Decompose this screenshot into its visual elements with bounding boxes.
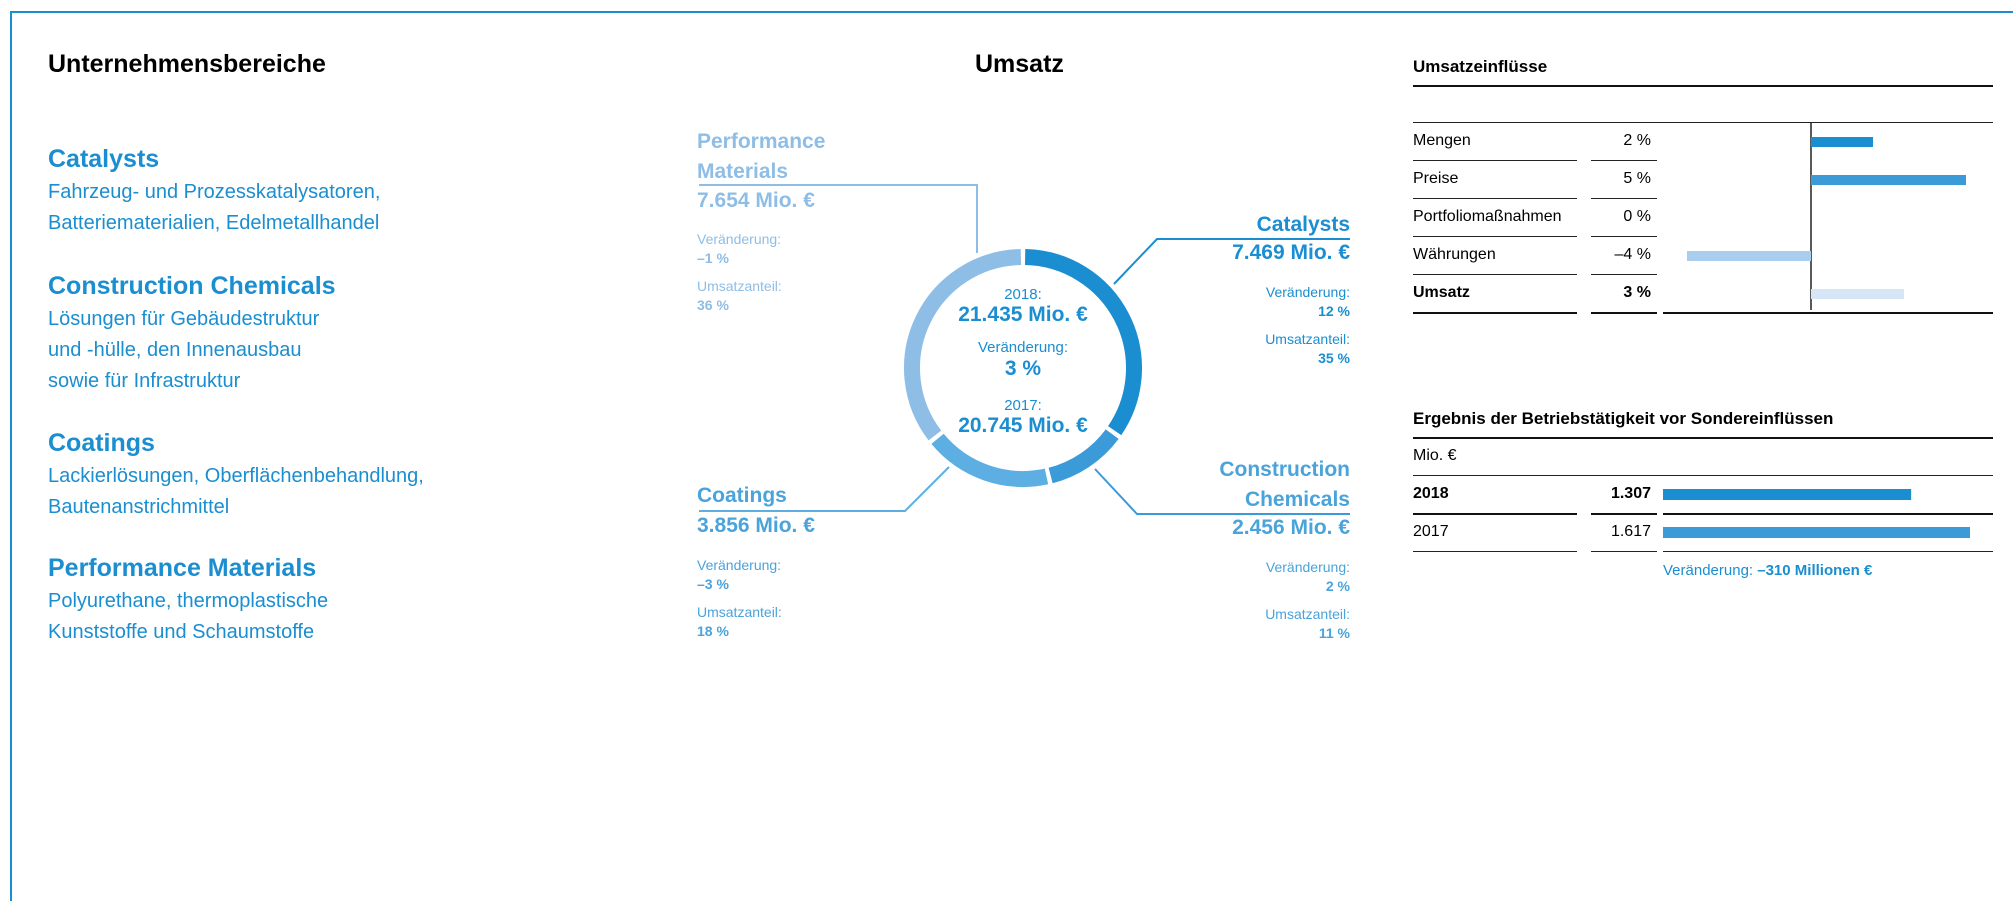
segment-change-coatings: –3 % xyxy=(697,576,729,592)
influences-bar-umsatz xyxy=(1811,289,1904,299)
ebit-row-rule xyxy=(1591,551,1657,552)
ebit-row-value: 1.307 xyxy=(1610,485,1651,502)
biz-title-catalysts: Catalysts xyxy=(48,145,160,173)
influences-row-rule xyxy=(1591,160,1657,161)
influences-row-value: 5 % xyxy=(1623,170,1651,187)
ebit-heading: Ergebnis der Betriebstätigkeit vor Sonde… xyxy=(1413,409,1834,428)
donut-slice-construction-chemicals xyxy=(1048,429,1119,484)
ebit-top-rule xyxy=(1663,475,1993,476)
ebit-row-rule xyxy=(1413,551,1577,552)
influences-top-rule xyxy=(1413,122,1703,123)
segment-change-performance: –1 % xyxy=(697,250,729,266)
ebit-top-rule xyxy=(1413,475,1703,476)
biz-desc-coatings: Lackierlösungen, Oberflächenbehandlung, … xyxy=(48,465,424,518)
segment-value-construction: 2.456 Mio. € xyxy=(1232,516,1350,539)
ebit-bar-2017 xyxy=(1663,527,1970,538)
biz-title-construction: Construction Chemicals xyxy=(48,272,336,300)
influences-row-label: Währungen xyxy=(1413,246,1496,263)
influences-row-rule xyxy=(1413,198,1577,199)
center-label-change: Veränderung: xyxy=(977,339,1069,356)
segment-share-label-performance: Umsatzanteil: xyxy=(697,278,782,294)
center-value-2017: 20.745 Mio. € xyxy=(958,414,1088,437)
influences-row-rule xyxy=(1591,198,1657,199)
ebit-row-value: 1.617 xyxy=(1610,523,1651,540)
biz-title-coatings: Coatings xyxy=(48,429,155,457)
ebit-row-rule xyxy=(1591,513,1657,515)
segment-share-performance: 36 % xyxy=(697,297,729,313)
segment-name-catalysts: Catalysts xyxy=(1256,213,1350,236)
segment-share-construction: 11 % xyxy=(1318,625,1350,641)
influences-row-value: 2 % xyxy=(1623,132,1651,149)
influences-row-label: Umsatz xyxy=(1413,284,1470,301)
umsatz-heading: Umsatz xyxy=(975,50,1064,78)
influences-row-label: Portfoliomaßnahmen xyxy=(1413,208,1562,225)
center-value-2018: 21.435 Mio. € xyxy=(958,303,1088,326)
influences-row-rule xyxy=(1591,236,1657,237)
segment-name-performance: Performance Materials xyxy=(697,130,826,183)
segment-name-coatings: Coatings xyxy=(697,484,787,507)
influences-top-rule xyxy=(1591,122,1657,123)
influences-row-label: Preise xyxy=(1413,170,1459,187)
influences-row-value: 0 % xyxy=(1623,208,1651,225)
segment-name-construction: Construction Chemicals xyxy=(1219,458,1350,511)
ebit-row-rule xyxy=(1413,513,1577,515)
segment-change-catalysts: 12 % xyxy=(1318,303,1350,319)
segment-share-coatings: 18 % xyxy=(697,623,729,639)
ebit-bar-chart xyxy=(1663,489,1970,538)
center-value-change: 3 % xyxy=(1004,357,1042,380)
influences-row-value: –4 % xyxy=(1614,246,1651,263)
segment-value-performance: 7.654 Mio. € xyxy=(697,189,815,212)
influences-row-rule xyxy=(1591,312,1657,314)
influences-bar-währungen xyxy=(1687,251,1811,261)
ebit-change-value: –310 Millionen € xyxy=(1757,562,1873,579)
segment-share-catalysts: 35 % xyxy=(1318,350,1350,366)
center-label-2017: 2017: xyxy=(1004,397,1042,414)
segment-share-label-construction: Umsatzanteil: xyxy=(1265,606,1350,622)
influences-row-value: 3 % xyxy=(1623,284,1651,301)
ebit-row-label: 2017 xyxy=(1413,523,1449,540)
influences-row-rule xyxy=(1413,160,1577,161)
ebit-heading-rule xyxy=(1413,437,1993,439)
ebit-row-label: 2018 xyxy=(1413,485,1449,502)
segment-value-catalysts: 7.469 Mio. € xyxy=(1232,241,1350,264)
segment-share-label-catalysts: Umsatzanteil: xyxy=(1265,331,1350,347)
ebit-unit: Mio. € xyxy=(1413,447,1457,464)
influences-row-rule xyxy=(1413,312,1577,314)
left-heading: Unternehmensbereiche xyxy=(48,50,326,78)
segment-value-coatings: 3.856 Mio. € xyxy=(697,514,815,537)
ebit-change: Veränderung: –310 Millionen € xyxy=(1663,562,1872,579)
influences-heading: Umsatzeinflüsse xyxy=(1413,57,1548,76)
segment-change-label-catalysts: Veränderung: xyxy=(1265,284,1350,300)
biz-title-performance: Performance Materials xyxy=(48,554,317,582)
biz-desc-catalysts: Fahrzeug- und Prozesskatalysatoren, Batt… xyxy=(48,181,381,234)
influences-row-label: Mengen xyxy=(1413,132,1471,149)
donut-slice-coatings xyxy=(931,433,1049,487)
ebit-change-label: Veränderung: xyxy=(1663,562,1758,579)
influences-row-rule xyxy=(1413,274,1577,275)
influences-row-rule xyxy=(1591,274,1657,275)
influences-bar-mengen xyxy=(1811,137,1873,147)
segment-change-label-construction: Veränderung: xyxy=(1265,559,1350,575)
influences-heading-rule xyxy=(1413,85,1993,87)
ebit-bar-2018 xyxy=(1663,489,1912,500)
segment-change-label-performance: Veränderung: xyxy=(697,231,782,247)
segment-change-construction: 2 % xyxy=(1325,578,1350,594)
influences-bar-chart xyxy=(1687,123,1966,310)
segment-change-label-coatings: Veränderung: xyxy=(697,557,782,573)
influences-bar-preise xyxy=(1811,175,1966,185)
biz-desc-construction: Lösungen für Gebäudestruktur und -hülle,… xyxy=(48,308,320,392)
ebit-top-rule xyxy=(1591,475,1657,476)
biz-desc-performance: Polyurethane, thermoplastische Kunststof… xyxy=(48,590,329,643)
segment-share-label-coatings: Umsatzanteil: xyxy=(697,604,782,620)
influences-row-rule xyxy=(1413,236,1577,237)
center-label-2018: 2018: xyxy=(1004,286,1042,303)
